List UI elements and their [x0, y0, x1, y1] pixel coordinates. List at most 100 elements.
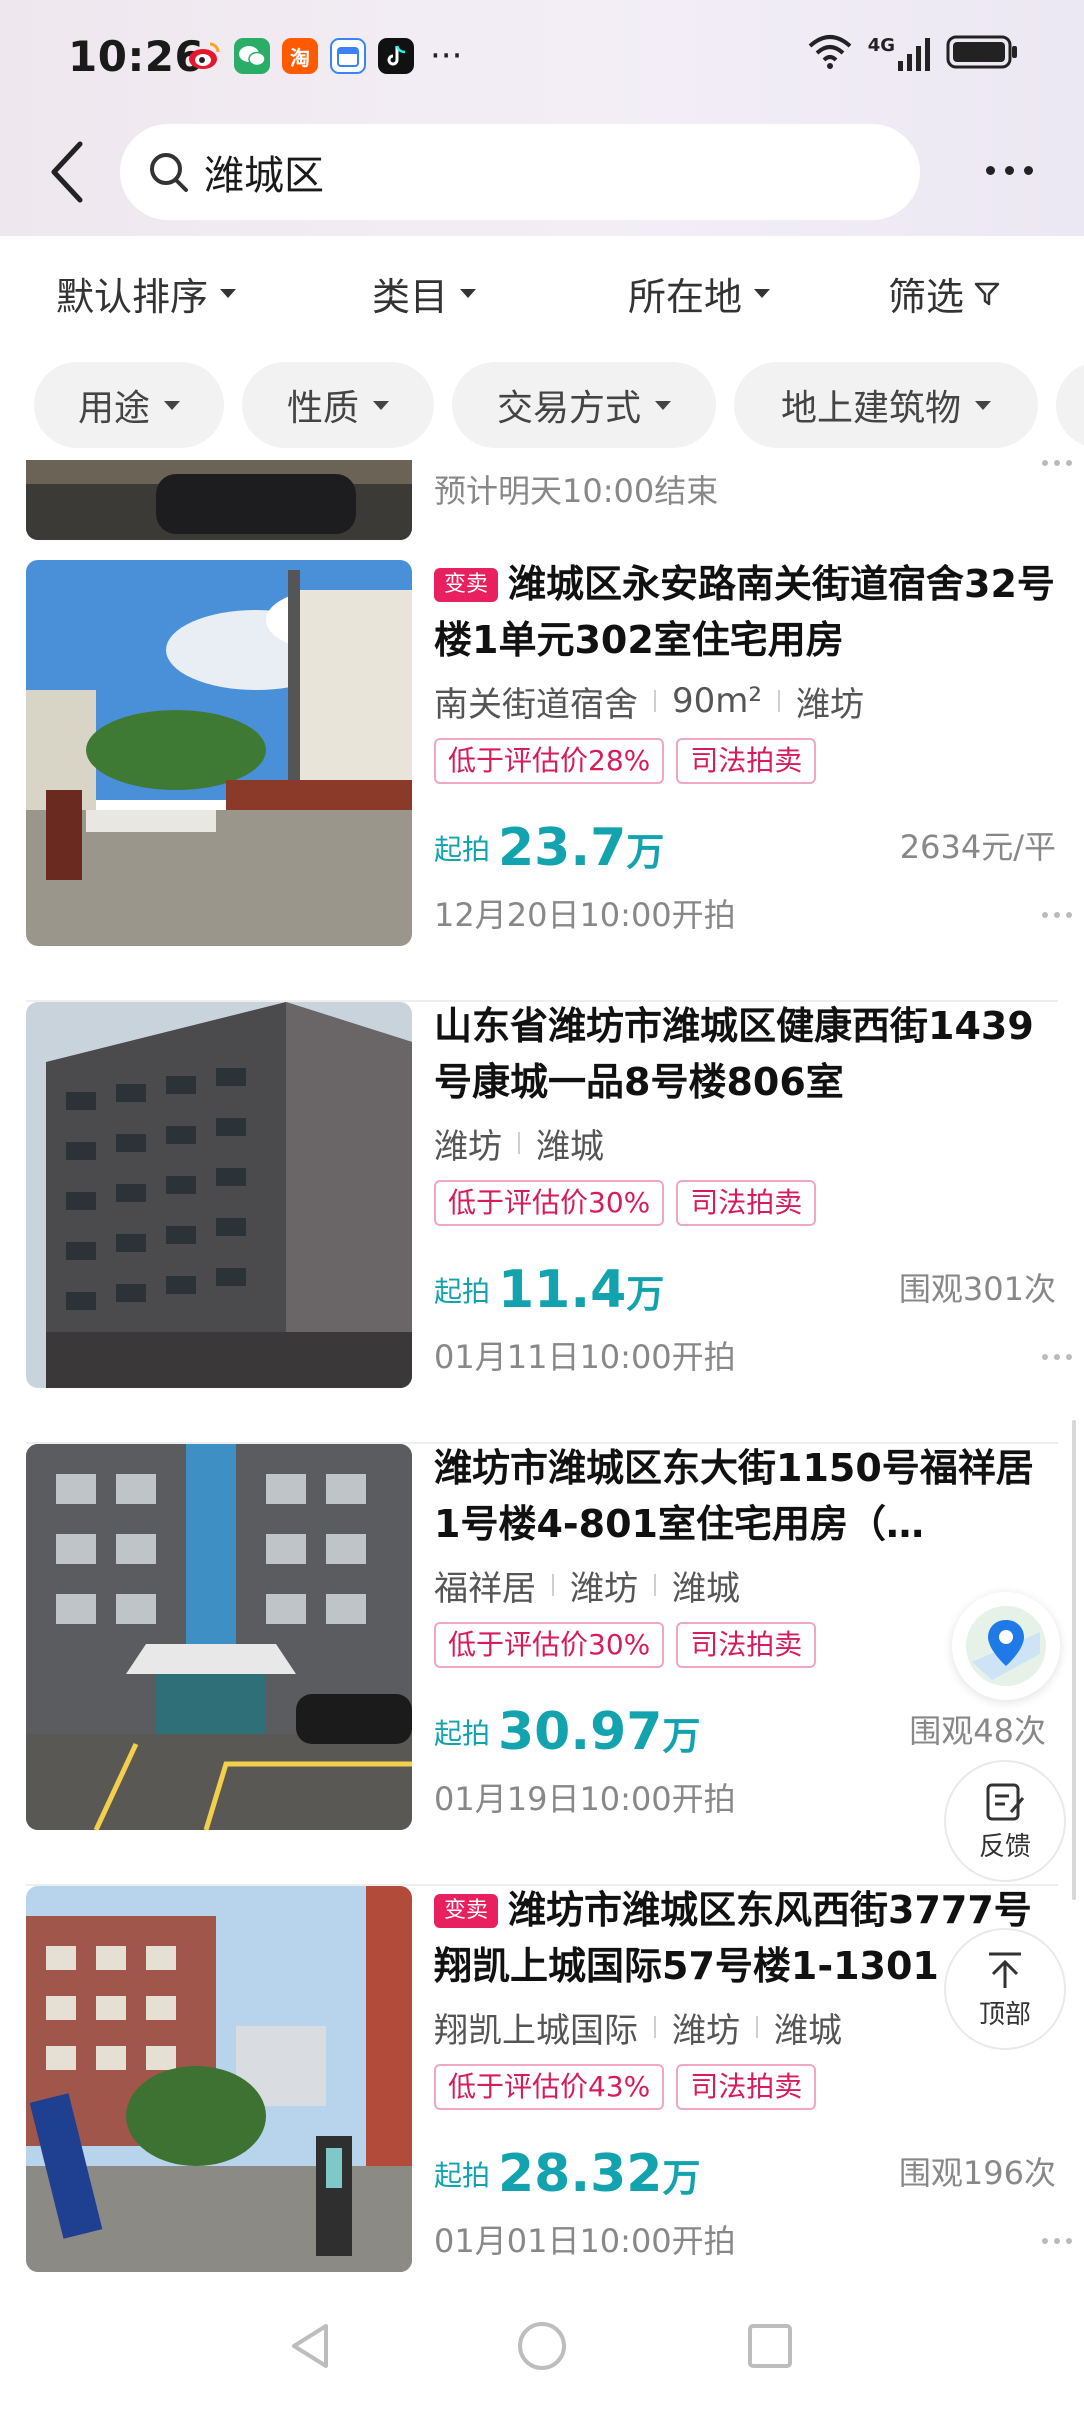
- listing-thumbnail: [26, 1886, 412, 2272]
- chip-more[interactable]: [1056, 362, 1084, 448]
- search-input[interactable]: 潍城区: [120, 124, 920, 220]
- price-row: 起拍 11.4万 围观301次: [434, 1256, 1056, 1320]
- price-row: 起拍 23.7万 2634元/平: [434, 814, 1056, 878]
- meta-city: 潍坊: [434, 1126, 502, 1167]
- listing-card[interactable]: 变卖 潍城区永安路南关街道宿舍32号楼1单元302室住宅用房 南关街道宿舍 90m…: [0, 560, 1084, 1002]
- listing-card[interactable]: 潍坊市潍城区东大街1150号福祥居1号楼4-801室住宅用房（… 福祥居 潍坊 …: [0, 1444, 1084, 1886]
- wechat-icon: [234, 38, 270, 74]
- view-count: 围观196次: [898, 2154, 1056, 2192]
- chevron-left-icon: [51, 141, 83, 203]
- listing-title-text: 潍坊市潍城区东大街1150号福祥居1号楼4-801室住宅用房（…: [434, 1446, 1034, 1546]
- search-query: 潍城区: [204, 153, 324, 199]
- sort-filter[interactable]: 筛选: [888, 236, 1002, 350]
- back-to-top-label: 顶部: [978, 1999, 1031, 2030]
- map-location-button[interactable]: [952, 1592, 1060, 1700]
- nav-home-button[interactable]: [510, 2314, 574, 2378]
- chip-building[interactable]: 地上建筑物: [734, 362, 1038, 448]
- chip-building-label: 地上建筑物: [780, 388, 961, 429]
- edit-note-icon: [986, 1783, 1025, 1820]
- unit-price: 2634元/平: [899, 828, 1056, 866]
- dot-icon: [985, 165, 995, 175]
- sort-filter-label: 筛选: [888, 274, 965, 319]
- back-to-top-button[interactable]: 顶部: [944, 1928, 1066, 2050]
- listing-tags: 低于评估价43% 司法拍卖: [434, 2064, 1056, 2110]
- listing-thumbnail: [26, 1444, 412, 1830]
- sort-category[interactable]: 类目: [372, 236, 477, 350]
- judicial-auction-tag: 司法拍卖: [676, 2064, 817, 2110]
- filter-icon: [974, 282, 1000, 306]
- sort-default[interactable]: 默认排序: [56, 236, 237, 350]
- chip-trade-mode[interactable]: 交易方式: [452, 362, 716, 448]
- listing-info: 山东省潍坊市潍城区健康西街1439号康城一品8号楼806室 潍坊 潍城 低于评估…: [434, 1002, 1056, 1388]
- judicial-auction-tag: 司法拍卖: [676, 1180, 817, 1226]
- listing-info: 变卖 潍城区永安路南关街道宿舍32号楼1单元302室住宅用房 南关街道宿舍 90m…: [434, 560, 1056, 946]
- judicial-auction-tag: 司法拍卖: [676, 738, 817, 784]
- more-dots-icon[interactable]: [1042, 460, 1072, 466]
- caret-down-icon: [220, 288, 237, 298]
- feedback-button[interactable]: 反馈: [944, 1760, 1066, 1882]
- listing-thumbnail: [26, 460, 412, 540]
- chip-usage[interactable]: 用途: [34, 362, 224, 448]
- back-button[interactable]: [40, 134, 96, 210]
- listing-thumbnail: [26, 560, 412, 946]
- more-dots-icon[interactable]: [1042, 2238, 1072, 2244]
- battery-icon: [946, 34, 1018, 74]
- discount-tag: 低于评估价43%: [434, 2064, 665, 2110]
- chip-usage-label: 用途: [77, 388, 150, 429]
- discount-tag: 低于评估价30%: [434, 1622, 665, 1668]
- listing-card[interactable]: 山东省潍坊市潍城区健康西街1439号康城一品8号楼806室 潍坊 潍城 低于评估…: [0, 1002, 1084, 1444]
- price-row: 起拍 28.32万 围观196次: [434, 2140, 1056, 2204]
- status-more-icon: ···: [430, 36, 463, 76]
- filter-chip-bar: 用途 性质 交易方式 地上建筑物: [0, 350, 1084, 460]
- listing-tags: 低于评估价30% 司法拍卖: [434, 1180, 1056, 1226]
- search-icon: [150, 153, 188, 192]
- tiktok-icon: [378, 38, 414, 74]
- nav-recents-button[interactable]: [738, 2314, 802, 2378]
- listing-card-partial[interactable]: 预计明天10:00结束: [0, 460, 1084, 540]
- listing-meta: 南关街道宿舍 90m² 潍坊: [434, 676, 1056, 726]
- starting-price: 30.97万: [498, 1702, 701, 1762]
- listing-card[interactable]: 变卖 潍坊市潍城区东风西街3777号翔凯上城国际57号楼1-1301 翔凯上城国际…: [0, 1886, 1084, 2280]
- listing-meta: 潍坊 潍城: [434, 1118, 1056, 1168]
- sort-bar: 默认排序 类目 所在地 筛选: [0, 236, 1084, 350]
- taobao-icon: 淘: [282, 38, 318, 74]
- sort-location[interactable]: 所在地: [628, 236, 771, 350]
- map-pin-icon: [966, 1606, 1046, 1686]
- nav-back-button[interactable]: [278, 2314, 342, 2378]
- weibo-icon: [186, 38, 222, 74]
- sort-location-label: 所在地: [628, 274, 743, 319]
- arrow-up-icon: [989, 1952, 1021, 1988]
- more-options-button[interactable]: [974, 140, 1044, 200]
- more-dots-icon[interactable]: [1042, 1354, 1072, 1360]
- calendar-icon: [330, 38, 366, 74]
- status-right: 4G: [808, 34, 1018, 74]
- meta-city: 潍坊: [570, 1568, 638, 1609]
- dot-icon: [1023, 165, 1033, 175]
- listing-tags: 低于评估价28% 司法拍卖: [434, 738, 1056, 784]
- scrollbar[interactable]: [1072, 1420, 1076, 1900]
- meta-community: 南关街道宿舍: [434, 684, 638, 725]
- sort-category-label: 类目: [372, 274, 449, 319]
- meta-district: 潍城: [672, 1568, 740, 1609]
- chip-nature[interactable]: 性质: [242, 362, 434, 448]
- meta-community: 福祥居: [434, 1568, 536, 1609]
- listing-title-text: 潍坊市潍城区东风西街3777号翔凯上城国际57号楼1-1301: [434, 1888, 1032, 1988]
- price-label: 起拍: [434, 833, 491, 866]
- caret-down-icon: [754, 288, 771, 298]
- caret-down-icon: [164, 400, 180, 410]
- caret-down-icon: [373, 400, 389, 410]
- feedback-label: 反馈: [978, 1831, 1031, 1862]
- sort-default-label: 默认排序: [56, 274, 209, 319]
- auction-start-time: 01月11日10:00开拍: [434, 1338, 736, 1376]
- status-app-icons: 淘 ···: [186, 38, 462, 74]
- wifi-icon: [808, 34, 852, 74]
- more-dots-icon[interactable]: [1042, 912, 1072, 918]
- meta-city: 潍坊: [672, 2010, 740, 2051]
- chip-nature-label: 性质: [286, 388, 359, 429]
- meta-city: 潍坊: [796, 684, 865, 725]
- status-time: 10:26: [68, 32, 205, 81]
- starting-price: 23.7万: [498, 818, 665, 878]
- top-header: 10:26 淘 ··· 4G 潍城区: [0, 0, 1084, 236]
- view-count: 围观48次: [909, 1712, 1046, 1750]
- caret-down-icon: [460, 288, 477, 298]
